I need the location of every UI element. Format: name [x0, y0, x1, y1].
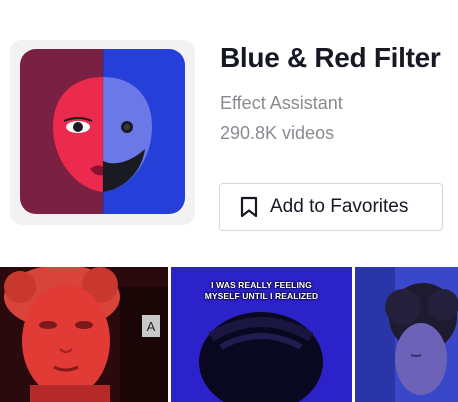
video-thumbnail[interactable]: A	[0, 267, 168, 402]
video-caption-line: MYSELF UNTIL I REALIZED	[204, 291, 319, 301]
video-thumbnail[interactable]	[355, 267, 458, 402]
video-thumbnail[interactable]: I WAS REALLY FEELING MYSELF UNTIL I REAL…	[171, 267, 352, 402]
add-to-favorites-label: Add to Favorites	[270, 196, 409, 217]
effect-icon-card	[10, 40, 195, 225]
video-count: 290.8K videos	[220, 123, 335, 143]
svg-text:A: A	[147, 319, 156, 334]
effect-title: Blue & Red Filter	[220, 42, 441, 73]
effect-creator-link[interactable]: Effect Assistant	[220, 93, 343, 114]
video-grid: A I WAS REALLY FEELING MYSELF UNTIL I RE…	[0, 267, 458, 402]
effect-header: Blue & Red Filter Effect Assistant 290.8…	[0, 0, 458, 262]
video-caption-line: I WAS REALLY FEELING	[211, 280, 312, 290]
bookmark-icon	[240, 196, 258, 218]
add-to-favorites-button[interactable]: Add to Favorites	[219, 183, 443, 231]
red-blue-face-mask-icon	[20, 49, 185, 214]
